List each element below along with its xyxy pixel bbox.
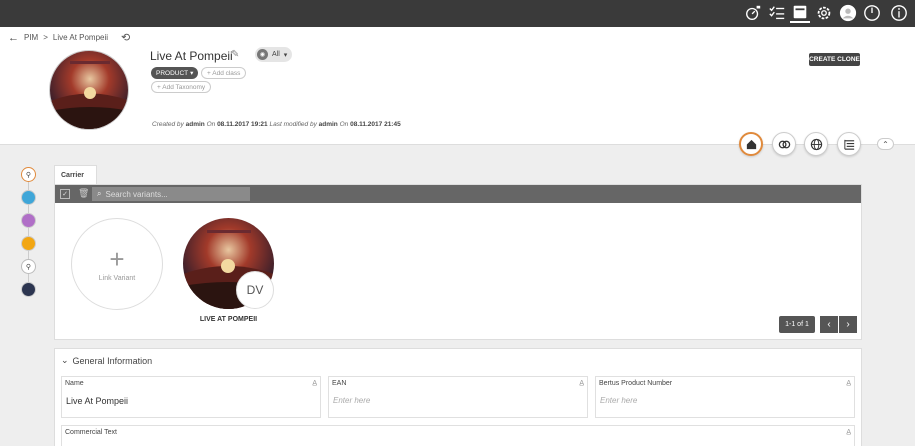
hierarchy-node-4[interactable] — [21, 236, 36, 251]
link-variant-label: Link Variant — [98, 274, 136, 282]
hierarchy-node-root[interactable]: ⚲ — [21, 167, 36, 182]
variants-toolbar: ✓ 🗑 ⌕ — [55, 185, 861, 203]
home-button[interactable] — [739, 132, 763, 156]
chevron-up-icon: ⌃ — [882, 139, 889, 149]
add-class-button[interactable]: + Add class — [201, 67, 247, 79]
variant-search: ⌕ — [92, 187, 250, 201]
chevron-down-icon: ▾ — [283, 51, 288, 59]
created-on-date: 08.11.2017 19:21 — [217, 121, 268, 128]
name-value[interactable]: Live At Pompeii — [66, 396, 128, 406]
info-icon[interactable] — [889, 3, 909, 23]
name-field[interactable]: Name A̲ Live At Pompeii — [61, 376, 321, 418]
power-icon[interactable] — [862, 3, 882, 23]
modified-by-user: admin — [318, 121, 338, 128]
chevron-down-icon: ⌄ — [61, 355, 69, 365]
visibility-label: All — [272, 51, 280, 58]
tasklist-icon[interactable] — [767, 3, 787, 23]
page-title: Live At Pompeii — [150, 49, 233, 63]
variants-panel: ✓ 🗑 ⌕ + Link Variant DV LIVE AT P — [54, 184, 862, 340]
created-by-label: Created by — [152, 121, 184, 128]
ean-field[interactable]: EAN A̲ Enter here — [328, 376, 588, 418]
ean-placeholder[interactable]: Enter here — [333, 396, 370, 405]
globe-button[interactable] — [804, 132, 828, 156]
link-rings-icon — [778, 140, 790, 148]
tree-icon: ⚲ — [25, 263, 32, 271]
breadcrumb-root[interactable]: PIM — [24, 33, 38, 42]
general-information-toggle[interactable]: ⌄ General Information — [61, 355, 152, 366]
text-type-icon: A̲ — [846, 429, 851, 436]
settings-icon[interactable] — [814, 3, 834, 23]
tree-list-icon — [843, 139, 854, 150]
back-arrow-icon[interactable]: ← — [8, 32, 19, 44]
product-image — [49, 50, 129, 130]
text-type-icon: A̲ — [312, 380, 317, 387]
product-class-tag[interactable]: PRODUCT ▾ — [151, 67, 199, 79]
variant-name[interactable]: LIVE AT POMPEII — [183, 316, 274, 323]
edit-pencil-icon[interactable]: ✎ — [231, 49, 243, 61]
select-all-checkbox[interactable]: ✓ — [60, 189, 70, 199]
field-label: Bertus Product Number — [599, 380, 673, 387]
field-label: EAN — [332, 380, 347, 387]
link-button[interactable] — [772, 132, 796, 156]
search-input[interactable] — [105, 189, 246, 199]
bertus-placeholder[interactable]: Enter here — [600, 396, 637, 405]
hierarchy-node-3[interactable] — [21, 213, 36, 228]
general-information-panel: ⌄ General Information Name A̲ Live At Po… — [54, 348, 862, 446]
on-label: On — [339, 121, 349, 128]
visibility-dropdown[interactable]: ◉ All ▾ — [255, 47, 293, 62]
hierarchy-node-5[interactable]: ⚲ — [21, 259, 36, 274]
structure-button[interactable] — [837, 132, 861, 156]
hierarchy-node-6[interactable] — [21, 282, 36, 297]
tab-carrier[interactable]: Carrier — [54, 165, 97, 185]
plus-icon: + — [109, 243, 125, 274]
globe-icon — [810, 138, 822, 150]
breadcrumb: ← PIM > Live At Pompeii ⟲ — [8, 31, 130, 45]
breadcrumb-separator: > — [43, 33, 48, 42]
inbox-icon[interactable] — [790, 3, 810, 23]
tree-icon: ⚲ — [25, 171, 32, 179]
field-label: Name — [65, 380, 84, 387]
dashboard-icon[interactable] — [743, 3, 763, 23]
chevron-down-icon: ▾ — [190, 70, 194, 77]
product-tag-label: PRODUCT — [156, 69, 189, 77]
top-bar — [0, 0, 915, 27]
chevron-right-icon: › — [846, 319, 850, 330]
commercial-text-field[interactable]: Commercial Text A̲ — [61, 425, 855, 446]
field-label: Commercial Text — [65, 429, 117, 436]
refresh-icon[interactable]: ⟲ — [121, 31, 130, 44]
prev-page-button[interactable]: ‹ — [820, 316, 838, 333]
modified-on-date: 08.11.2017 21:45 — [350, 121, 401, 128]
text-type-icon: A̲ — [579, 380, 584, 387]
breadcrumb-current: Live At Pompeii — [52, 33, 109, 42]
eye-icon: ◉ — [257, 49, 268, 60]
bertus-product-number-field[interactable]: Bertus Product Number A̲ Enter here — [595, 376, 855, 418]
home-icon — [746, 139, 756, 149]
link-variant-button[interactable]: + Link Variant — [71, 218, 163, 310]
next-page-button[interactable]: › — [839, 316, 857, 333]
product-header: ← PIM > Live At Pompeii ⟲ Live At Pompei… — [0, 27, 915, 145]
search-icon: ⌕ — [97, 189, 102, 198]
section-title: General Information — [72, 355, 153, 366]
pagination-status: 1-1 of 1 — [779, 316, 815, 333]
variant-avatar-badge: DV — [236, 271, 274, 309]
text-type-icon: A̲ — [846, 380, 851, 387]
trash-icon[interactable]: 🗑 — [78, 188, 89, 200]
created-by-user: admin — [185, 121, 205, 128]
user-icon[interactable] — [838, 3, 858, 23]
chevron-left-icon: ‹ — [827, 319, 831, 330]
modified-by-label: Last modified by — [269, 121, 317, 128]
add-taxonomy-button[interactable]: + Add Taxonomy — [151, 81, 212, 93]
collapse-header-button[interactable]: ⌃ — [877, 138, 894, 150]
hierarchy-node-2[interactable] — [21, 190, 36, 205]
on-label: On — [206, 121, 216, 128]
create-clone-button[interactable]: CREATE CLONE — [809, 53, 860, 66]
audit-meta: Created by admin On 08.11.2017 19:21 Las… — [152, 121, 401, 128]
